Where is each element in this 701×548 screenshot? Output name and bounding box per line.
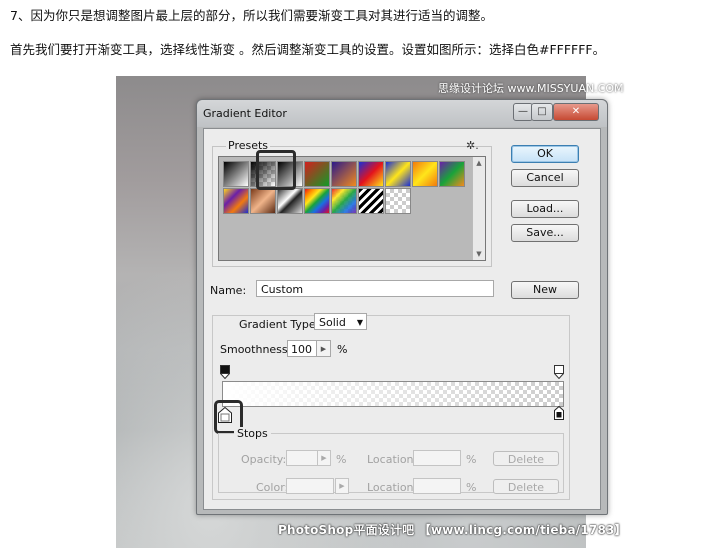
name-label: Name:: [210, 284, 247, 297]
chevron-down-icon: ▼: [356, 318, 363, 327]
smoothness-unit: %: [337, 343, 348, 356]
preset-swatch[interactable]: [385, 188, 411, 214]
scroll-up-arrow-icon[interactable]: ▲: [473, 157, 485, 169]
gradient-fill: [223, 382, 563, 406]
gear-icon[interactable]: ✲.: [466, 139, 479, 152]
opacity-location-unit: %: [466, 453, 477, 466]
preset-swatch[interactable]: [439, 161, 465, 187]
preset-swatch[interactable]: [250, 188, 276, 214]
ok-button[interactable]: OK: [511, 145, 579, 163]
dialog-body: Presets ✲. ▲ ▼ OK Cancel Load... Save...…: [203, 128, 601, 510]
preset-swatch[interactable]: [358, 188, 384, 214]
preset-swatch[interactable]: [331, 161, 357, 187]
title-bar[interactable]: Gradient Editor — □ ✕: [197, 100, 607, 127]
opacity-label: Opacity:: [241, 453, 287, 466]
preset-swatch[interactable]: [412, 161, 438, 187]
new-button[interactable]: New: [511, 281, 579, 299]
watermark-bottom: PhotoShop平面设计吧 【www.lincg.com/tieba/1783…: [278, 523, 627, 537]
gradient-editor-dialog: Gradient Editor — □ ✕ Presets ✲. ▲ ▼ OK …: [196, 99, 608, 515]
article-paragraph-2: 首先我们要打开渐变工具，选择线性渐变 。然后调整渐变工具的设置。设置如图所示：选…: [10, 42, 606, 57]
save-button[interactable]: Save...: [511, 224, 579, 242]
preset-swatch[interactable]: [358, 161, 384, 187]
stops-label: Stops: [234, 427, 271, 440]
gradient-type-select[interactable]: Solid ▼: [314, 313, 367, 330]
article-paragraph-1: 7、因为你只是想调整图片最上层的部分，所以我们需要渐变工具对其进行适当的调整。: [10, 8, 493, 23]
delete-opacity-stop-button[interactable]: Delete: [493, 451, 559, 466]
name-input[interactable]: Custom: [256, 280, 494, 297]
color-dropdown-arrow-icon[interactable]: ▶: [335, 478, 349, 494]
load-button[interactable]: Load...: [511, 200, 579, 218]
preset-swatch[interactable]: [223, 161, 249, 187]
gradient-preview-bar[interactable]: [222, 381, 564, 407]
cancel-button[interactable]: Cancel: [511, 169, 579, 187]
watermark-top: 思缘设计论坛 www.MISSYUAN.COM: [438, 82, 624, 95]
gradient-type-value: Solid: [319, 316, 346, 329]
delete-color-stop-button[interactable]: Delete: [493, 479, 559, 494]
preset-swatch[interactable]: [277, 188, 303, 214]
preset-swatch[interactable]: [385, 161, 411, 187]
close-button[interactable]: ✕: [553, 103, 599, 121]
minimize-button[interactable]: —: [513, 103, 533, 121]
smoothness-dropdown-arrow-icon[interactable]: ▶: [317, 340, 331, 357]
opacity-stop-left-icon[interactable]: [220, 365, 230, 379]
color-location-unit: %: [466, 481, 477, 494]
color-label: Color:: [256, 481, 289, 494]
opacity-location-label: Location:: [367, 453, 418, 466]
dialog-title: Gradient Editor: [203, 107, 287, 120]
preset-swatch[interactable]: [304, 161, 330, 187]
opacity-stop-right-icon[interactable]: [554, 365, 564, 379]
opacity-unit: %: [336, 453, 347, 466]
gradient-type-label: Gradient Type:: [236, 318, 323, 331]
maximize-button[interactable]: □: [531, 103, 553, 121]
preset-swatch[interactable]: [223, 188, 249, 214]
color-stop-right-icon[interactable]: [554, 406, 564, 420]
opacity-dropdown-arrow-icon[interactable]: ▶: [317, 450, 331, 466]
opacity-input[interactable]: [286, 450, 318, 466]
scroll-down-arrow-icon[interactable]: ▼: [473, 248, 485, 260]
color-location-label: Location:: [367, 481, 418, 494]
smoothness-label: Smoothness:: [220, 343, 292, 356]
selected-preset-highlight: [256, 150, 296, 190]
preset-swatch[interactable]: [304, 188, 330, 214]
preset-swatch[interactable]: [331, 188, 357, 214]
smoothness-input[interactable]: 100: [287, 340, 317, 357]
opacity-location-input[interactable]: [413, 450, 461, 466]
color-swatch-input[interactable]: [286, 478, 334, 494]
presets-scrollbar[interactable]: ▲ ▼: [472, 157, 485, 260]
color-location-input[interactable]: [413, 478, 461, 494]
